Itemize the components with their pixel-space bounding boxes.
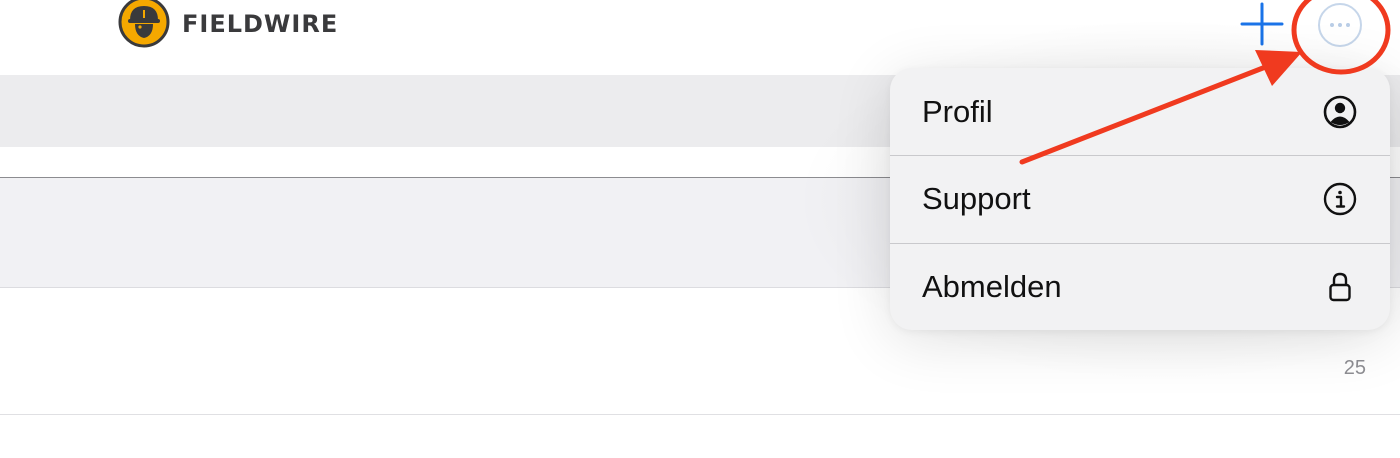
person-circle-icon <box>1322 94 1358 130</box>
divider <box>0 414 1400 415</box>
menu-item-profile[interactable]: Profil <box>890 68 1390 155</box>
ellipsis-circle-icon <box>1330 23 1350 27</box>
app-screen: FIELDWIRE 25 Profil Support Abmelden <box>0 0 1400 458</box>
lock-icon <box>1322 269 1358 305</box>
add-button[interactable] <box>1240 2 1284 46</box>
menu-item-support[interactable]: Support <box>890 155 1390 242</box>
top-bar: FIELDWIRE <box>0 0 1400 75</box>
menu-item-label: Abmelden <box>922 268 1062 304</box>
menu-item-label: Profil <box>922 93 993 129</box>
list-item-count: 25 <box>1343 357 1366 379</box>
menu-item-label: Support <box>922 181 1031 217</box>
worker-hardhat-icon <box>118 0 170 48</box>
more-options-menu: Profil Support Abmelden <box>890 68 1390 330</box>
menu-item-logout[interactable]: Abmelden <box>890 242 1390 330</box>
info-circle-icon <box>1322 181 1358 217</box>
more-options-button[interactable] <box>1318 3 1362 47</box>
plus-icon <box>1240 2 1284 46</box>
logo-wordmark: FIELDWIRE <box>182 10 339 38</box>
app-logo: FIELDWIRE <box>118 0 338 48</box>
